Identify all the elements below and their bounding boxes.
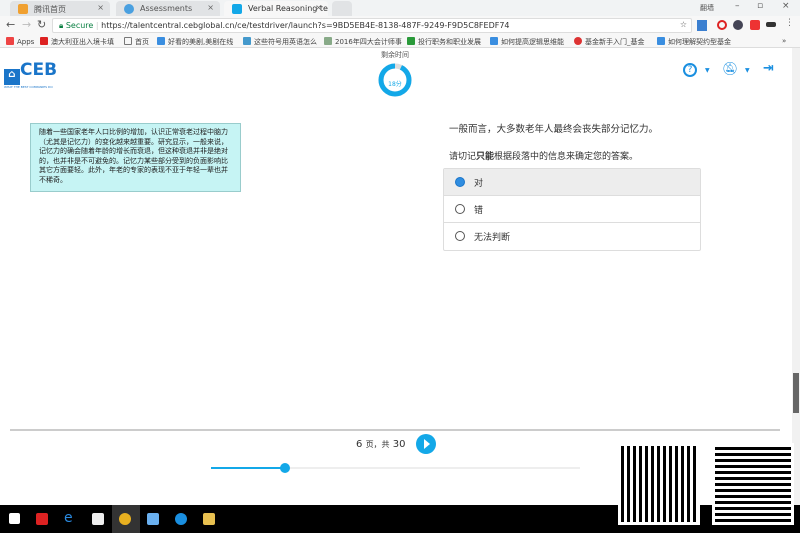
chrome-icon[interactable] [119,513,131,525]
bookmark[interactable]: 首页 [124,37,149,47]
bookmark[interactable]: 如何提高逻辑思维能 [490,37,564,47]
instruction: 请切记只能根据段落中的信息来确定您的答案。 [449,152,639,162]
star-icon[interactable]: ☆ [680,20,687,29]
option-cannot-say[interactable]: 无法判断 [444,223,700,250]
qr-code [712,443,794,525]
exit-icon[interactable]: ⇥ [763,61,774,76]
bookmark[interactable]: 这些符号用英语怎么 [243,37,317,47]
address-bar-row: ← → ↻ 🔒︎ Secure | https://talentcentral.… [0,16,800,35]
radio-selected[interactable] [455,177,465,187]
slider-handle[interactable] [279,463,290,473]
question-statement: 一般而言，大多数老年人最终会丧失部分记忆力。 [449,124,659,135]
maximize-icon[interactable]: ▫ [757,1,763,11]
bank-icon: ⌂ [4,69,20,85]
bookmarks-bar: Apps 澳大利亚出入境卡填 首页 好看的美剧,美剧在线 这些符号用英语怎么 2… [0,35,800,48]
sound-off-icon[interactable]: 🔕︎ [722,62,739,77]
tencent-icon [18,4,28,14]
extension-icon[interactable] [697,20,707,31]
app-icon[interactable] [175,513,187,525]
forward-icon[interactable]: → [22,18,31,31]
tab-tencent[interactable]: 腾讯首页 × [10,1,110,16]
more-bookmarks[interactable]: » [782,37,786,45]
bookmark-apps[interactable]: Apps [6,37,34,46]
close-icon[interactable]: × [97,3,104,12]
ceb-logo: ⌂ CEB WHAT THE BEST COMPANIES DO [4,60,58,89]
play-icon [424,439,430,449]
test-page: ⌂ CEB WHAT THE BEST COMPANIES DO 剩余时间 18分… [0,48,792,505]
bookmark[interactable]: 基金新手入门_基金 [574,37,645,47]
windows-start-icon[interactable] [9,513,20,524]
help-icon[interactable]: ? [683,63,697,77]
option-true[interactable]: 对 [444,169,700,196]
close-icon[interactable]: × [207,3,214,12]
bookmark[interactable]: 投行职务和职业发展 [407,37,481,47]
timer: 剩余时间 18分 [360,50,430,101]
ceb-icon [232,4,242,14]
bookmark[interactable]: 如何理解契约型基金 [657,37,731,47]
page-indicator: 6 页，共 30 [356,439,406,450]
minimize-icon[interactable]: – [735,1,740,11]
incognito-icon[interactable] [766,22,776,27]
radio[interactable] [455,204,465,214]
browser-tab-bar: 腾讯首页× Assessments× Verbal Reasoning test… [0,0,800,16]
divider [10,429,780,431]
bookmark[interactable]: 好看的美剧,美剧在线 [157,37,233,47]
profile-name[interactable]: 翻墙 [700,3,714,13]
progress-slider[interactable] [211,463,580,473]
reload-icon[interactable]: ↻ [37,18,46,31]
url-input[interactable]: 🔒︎ Secure | https://talentcentral.cebglo… [52,18,692,33]
new-tab-button[interactable] [332,1,352,16]
store-icon[interactable] [92,513,104,525]
lock-icon: 🔒︎ [59,21,64,30]
app-icon[interactable] [147,513,159,525]
tab-verbal-reasoning[interactable]: Verbal Reasoning test | T× [224,1,328,16]
edge-icon[interactable]: e [64,510,76,526]
timer-label: 剩余时间 [381,51,409,59]
extension-icon[interactable] [733,20,743,30]
bulb-icon [124,4,134,14]
timer-value: 18分 [388,81,402,88]
tab-assessments[interactable]: Assessments × [116,1,220,16]
close-icon[interactable]: × [315,3,322,12]
bookmark[interactable]: 澳大利亚出入境卡填 [40,37,114,47]
close-window-icon[interactable]: × [782,1,790,11]
bookmark[interactable]: 2016年四大会计师事 [324,37,402,47]
chevron-down-icon[interactable]: ▼ [705,67,710,74]
radio[interactable] [455,231,465,241]
passage-box: 随着一些国家老年人口比例的增加，认识正常衰老过程中脑力（尤其是记忆力）的变化越来… [30,123,241,192]
opera-icon[interactable] [717,20,727,30]
answer-options: 对 错 无法判断 [443,168,701,251]
folder-icon[interactable] [203,513,215,525]
back-icon[interactable]: ← [6,18,15,31]
qr-code [618,443,700,525]
next-button[interactable] [416,434,436,454]
menu-icon[interactable]: ⋮ [785,18,794,28]
chevron-down-icon[interactable]: ▼ [745,67,750,74]
app-icon[interactable] [36,513,48,525]
scrollbar[interactable] [792,48,800,505]
extension-icon[interactable] [750,20,760,30]
option-false[interactable]: 错 [444,196,700,223]
